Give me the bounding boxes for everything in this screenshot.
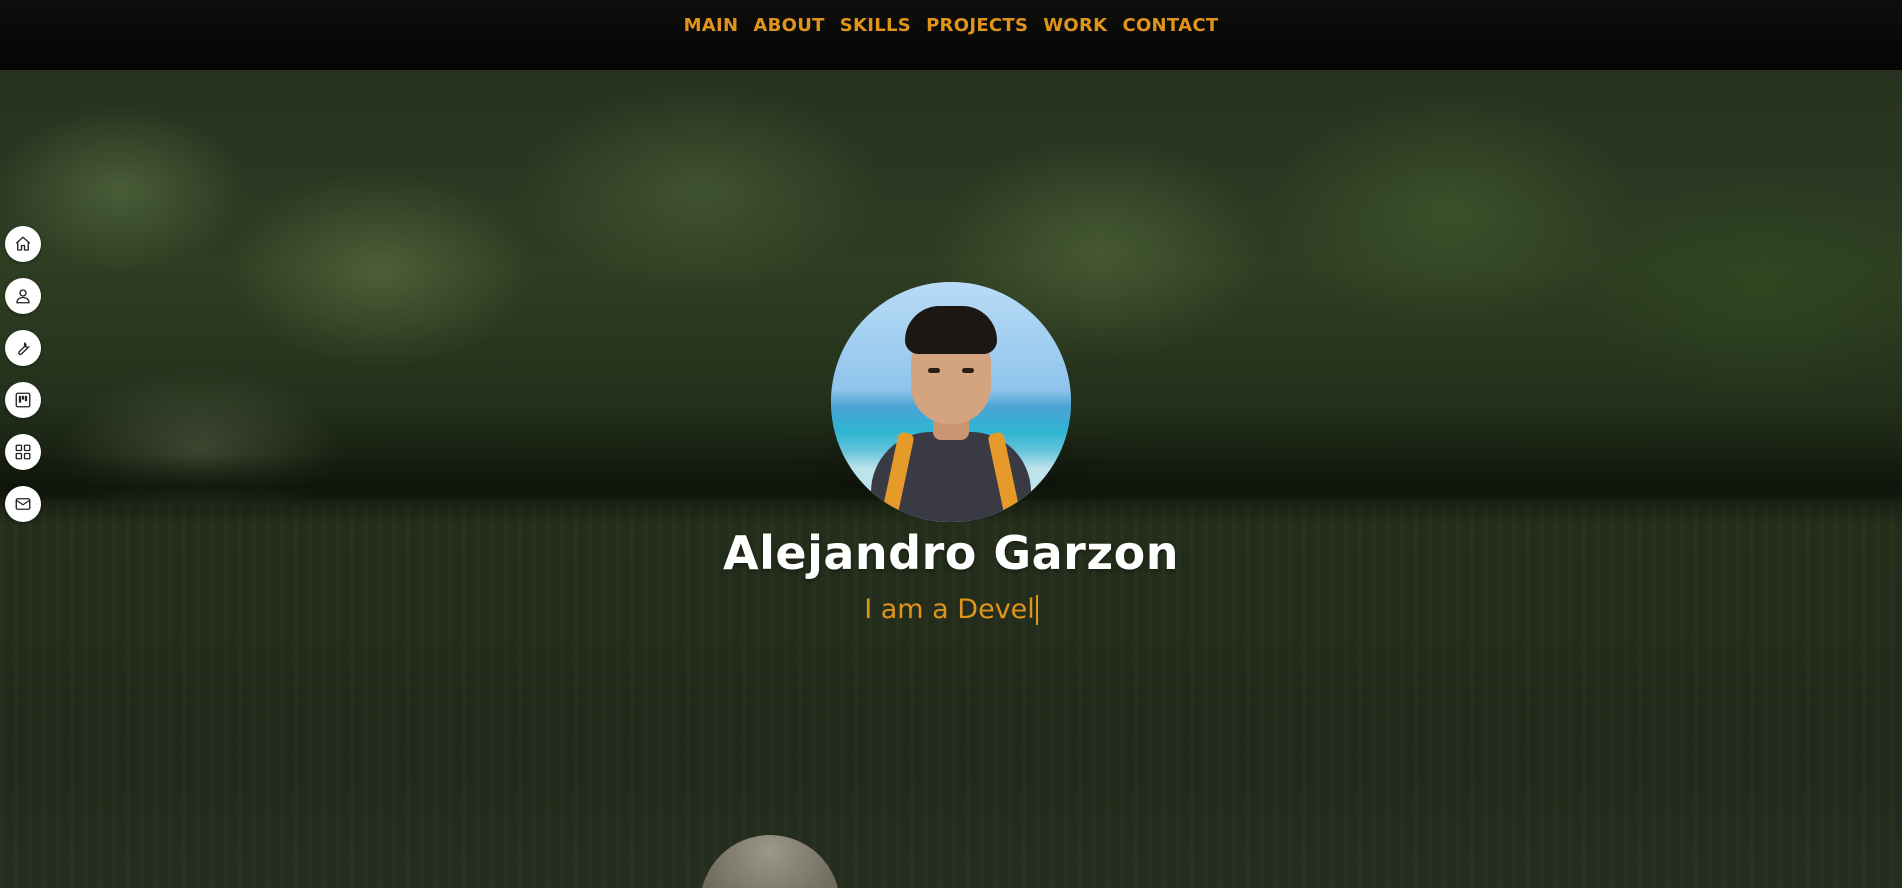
home-icon [15,236,31,251]
hero-name: Alejandro Garzon [723,526,1179,580]
nav-item-contact[interactable]: CONTACT [1122,15,1218,36]
wrench-icon [18,342,31,356]
nav-item-work[interactable]: WORK [1043,15,1107,36]
hero-section: Alejandro Garzon I am a Devel [0,282,1902,625]
nav-item-skills[interactable]: SKILLS [840,15,911,36]
side-nav-home[interactable] [5,226,41,262]
hero-tagline: I am a Devel [864,594,1035,625]
typing-caret [1035,594,1038,625]
side-nav [5,226,41,522]
main-nav: MAIN ABOUT SKILLS PROJECTS WORK CONTACT [0,0,1902,50]
page: MAIN ABOUT SKILLS PROJECTS WORK CONTACT [0,0,1902,888]
profile-photo [831,282,1071,522]
user-icon [16,289,30,304]
side-nav-skills[interactable] [5,330,41,366]
top-navbar: MAIN ABOUT SKILLS PROJECTS WORK CONTACT [0,0,1902,70]
nav-item-main[interactable]: MAIN [684,15,739,36]
side-nav-work[interactable] [5,434,41,470]
mail-icon [15,498,31,510]
nav-item-about[interactable]: ABOUT [753,15,824,36]
kanban-icon [15,392,31,408]
side-nav-contact[interactable] [5,486,41,522]
side-nav-projects[interactable] [5,382,41,418]
nav-item-projects[interactable]: PROJECTS [926,15,1028,36]
hero-tagline-wrapper: I am a Devel [864,594,1038,625]
grid-icon [15,444,31,460]
side-nav-about[interactable] [5,278,41,314]
